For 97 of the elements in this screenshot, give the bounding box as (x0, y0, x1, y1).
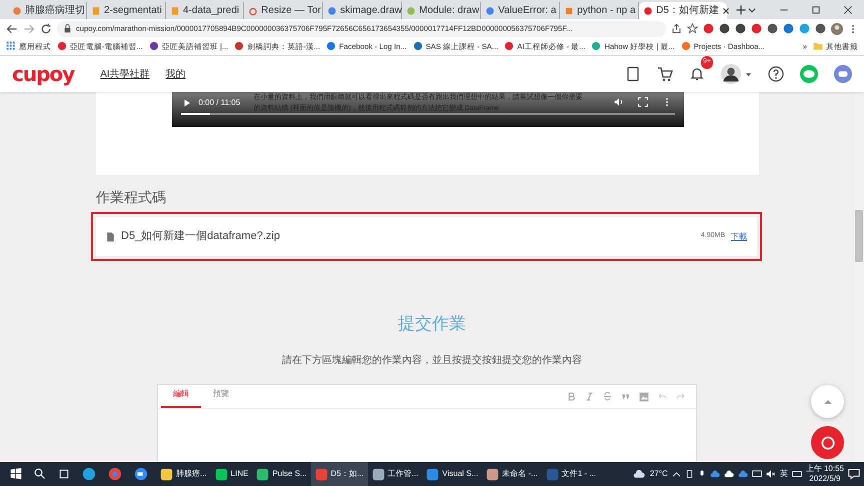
clock-date[interactable]: 2022/5/9 (806, 474, 844, 484)
speaker-muted-icon[interactable] (766, 469, 776, 479)
download-link[interactable]: 下載 (731, 230, 747, 242)
browser-tab[interactable]: D5：如何新建 (639, 2, 728, 19)
favicon-icon (57, 41, 67, 52)
notification-icon[interactable] (848, 468, 860, 480)
input-language[interactable]: 英 (780, 468, 788, 480)
extension-icon[interactable] (735, 23, 746, 34)
favicon-icon (326, 41, 336, 52)
fullscreen-icon[interactable] (638, 97, 648, 107)
favicon-icon (406, 6, 416, 16)
taskbar-app[interactable]: 未命名 -... (482, 462, 542, 486)
cloud-icon (632, 468, 646, 480)
caret-icon[interactable] (745, 70, 752, 78)
app-icon (160, 468, 173, 480)
taskbar-app[interactable]: D5：如... (310, 462, 368, 486)
extension-icon[interactable] (703, 23, 714, 34)
taskbar-app[interactable]: 文件1 - ... (542, 462, 600, 486)
chevron-up-icon[interactable] (672, 470, 681, 478)
favicon-icon (591, 41, 602, 52)
chat-icon (820, 436, 834, 450)
chat-button[interactable] (811, 426, 844, 459)
favicon-icon (248, 6, 258, 16)
play-icon[interactable] (182, 99, 190, 107)
browser-icon[interactable] (108, 467, 122, 481)
keyboard-icon[interactable] (792, 469, 802, 479)
favicon-icon (412, 41, 423, 52)
search-icon[interactable] (34, 468, 46, 480)
scrollbar[interactable] (854, 92, 864, 462)
cloud-icon[interactable] (724, 469, 734, 479)
favicon-icon (680, 41, 691, 52)
new-tab-icon[interactable] (735, 4, 748, 16)
lock-icon (63, 24, 72, 33)
extension-icon[interactable] (767, 23, 778, 34)
favicon-icon (91, 6, 101, 16)
taskbar-app[interactable]: 肺腺癌... (156, 462, 211, 486)
favicon-icon (170, 6, 180, 16)
weather-text: 27°C (650, 468, 668, 480)
volume-icon[interactable] (614, 97, 624, 107)
instruction-text: 請在下方區塊編輯您的作業內容，並且按提交按鈕提交您的作業內容 (281, 354, 583, 368)
editor-tab[interactable]: 編輯 (161, 388, 201, 408)
folder-icon (813, 41, 823, 52)
extension-icon[interactable] (751, 23, 762, 34)
scrollbar-thumb[interactable] (855, 210, 863, 262)
game-controller-icon[interactable] (834, 65, 852, 83)
avatar-silhouette-icon[interactable] (721, 64, 741, 84)
app-icon (214, 468, 228, 480)
extension-icon[interactable] (815, 23, 826, 34)
file-icon (106, 232, 115, 242)
reload-icon[interactable] (40, 22, 52, 34)
extension-icon[interactable] (719, 23, 730, 34)
bell-icon[interactable] (689, 66, 705, 82)
favicon-icon (504, 41, 514, 52)
favicon-icon (564, 6, 574, 16)
favicon-icon (327, 6, 338, 16)
close-icon[interactable] (843, 5, 854, 15)
taskbar-app[interactable]: Visual S... (422, 462, 482, 486)
apps-grid-icon (6, 41, 16, 52)
taskbar-app[interactable]: LINE (210, 462, 252, 486)
favicon-icon (234, 41, 244, 52)
star-icon[interactable] (687, 23, 698, 34)
section-title: 作業程式碼 (96, 188, 167, 207)
app-icon (256, 468, 270, 480)
profile-avatar-icon[interactable] (831, 22, 843, 34)
app-icon (426, 468, 440, 480)
nav-link[interactable]: AI共學社群 (100, 66, 150, 82)
network-icon[interactable] (752, 469, 762, 479)
maximize-icon[interactable] (811, 5, 822, 15)
help-icon[interactable] (768, 66, 784, 82)
favicon-icon (12, 6, 22, 16)
clock-time[interactable]: 上午 10:55 (806, 464, 844, 474)
cupoy-logo[interactable]: cupoy (12, 59, 74, 89)
share-icon[interactable] (671, 23, 682, 34)
taskbar-app[interactable]: Pulse S... (252, 462, 311, 486)
close-icon[interactable] (722, 6, 730, 14)
app-icon (486, 468, 500, 480)
app-icon (372, 468, 385, 480)
taskbar-app[interactable]: 工作管... (368, 462, 422, 486)
file-name: D5_如何新建一個dataframe?.zip (121, 228, 280, 244)
extension-icon[interactable] (783, 23, 794, 34)
favicon-icon (148, 41, 159, 52)
device-icon[interactable] (684, 469, 694, 479)
browser-icon[interactable] (82, 467, 96, 481)
app-icon (314, 468, 328, 480)
book-icon[interactable] (625, 66, 641, 82)
nav-link[interactable]: 我的 (166, 66, 186, 82)
task-view-icon[interactable] (58, 468, 70, 480)
windows-logo-icon[interactable] (10, 468, 22, 480)
editor-tab[interactable]: 預覽 (201, 388, 241, 408)
video-camera-icon[interactable] (134, 467, 148, 481)
video-time: 0:00 / 11:05 (198, 97, 240, 109)
back-icon[interactable] (6, 22, 18, 34)
section-title: 提交作業 (397, 313, 467, 335)
favicon-icon (643, 6, 654, 16)
app-icon (546, 468, 559, 480)
favicon-icon (485, 6, 496, 16)
cart-icon[interactable] (657, 66, 673, 82)
